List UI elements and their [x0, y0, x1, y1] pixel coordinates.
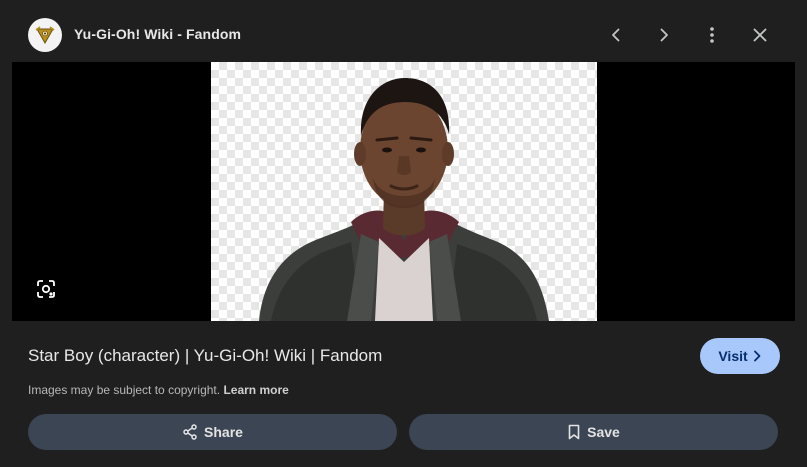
more-vert-icon: [710, 27, 714, 43]
site-name[interactable]: Yu-Gi-Oh! Wiki - Fandom: [74, 26, 241, 42]
chevron-right-icon: [753, 350, 761, 362]
preview-image[interactable]: [211, 62, 597, 321]
site-logo-icon[interactable]: [28, 18, 62, 52]
visit-label: Visit: [718, 348, 748, 364]
image-preview-panel: Yu-Gi-Oh! Wiki - Fandom Star Boy (charac…: [0, 0, 807, 467]
learn-more-link[interactable]: Learn more: [223, 383, 288, 397]
copyright-notice: Images may be subject to copyright. Lear…: [28, 383, 289, 397]
preview-header: Yu-Gi-Oh! Wiki - Fandom: [0, 0, 807, 62]
more-options-button[interactable]: [696, 19, 728, 51]
share-button[interactable]: Share: [28, 414, 397, 450]
save-label: Save: [587, 424, 620, 440]
previous-button[interactable]: [600, 19, 632, 51]
close-button[interactable]: [744, 19, 776, 51]
close-icon: [753, 28, 767, 42]
share-icon: [183, 424, 197, 440]
copyright-text: Images may be subject to copyright.: [28, 383, 221, 397]
image-viewer: [12, 62, 795, 321]
share-label: Share: [204, 424, 243, 440]
person-portrait: [259, 78, 549, 321]
save-button[interactable]: Save: [409, 414, 778, 450]
bookmark-icon: [568, 424, 580, 440]
lens-search-button[interactable]: [34, 277, 58, 301]
visit-button[interactable]: Visit: [700, 338, 780, 374]
result-title[interactable]: Star Boy (character) | Yu-Gi-Oh! Wiki | …: [28, 346, 382, 366]
lens-search-icon: [37, 280, 55, 298]
chevron-right-icon: [660, 28, 668, 42]
chevron-left-icon: [612, 28, 620, 42]
next-button[interactable]: [648, 19, 680, 51]
